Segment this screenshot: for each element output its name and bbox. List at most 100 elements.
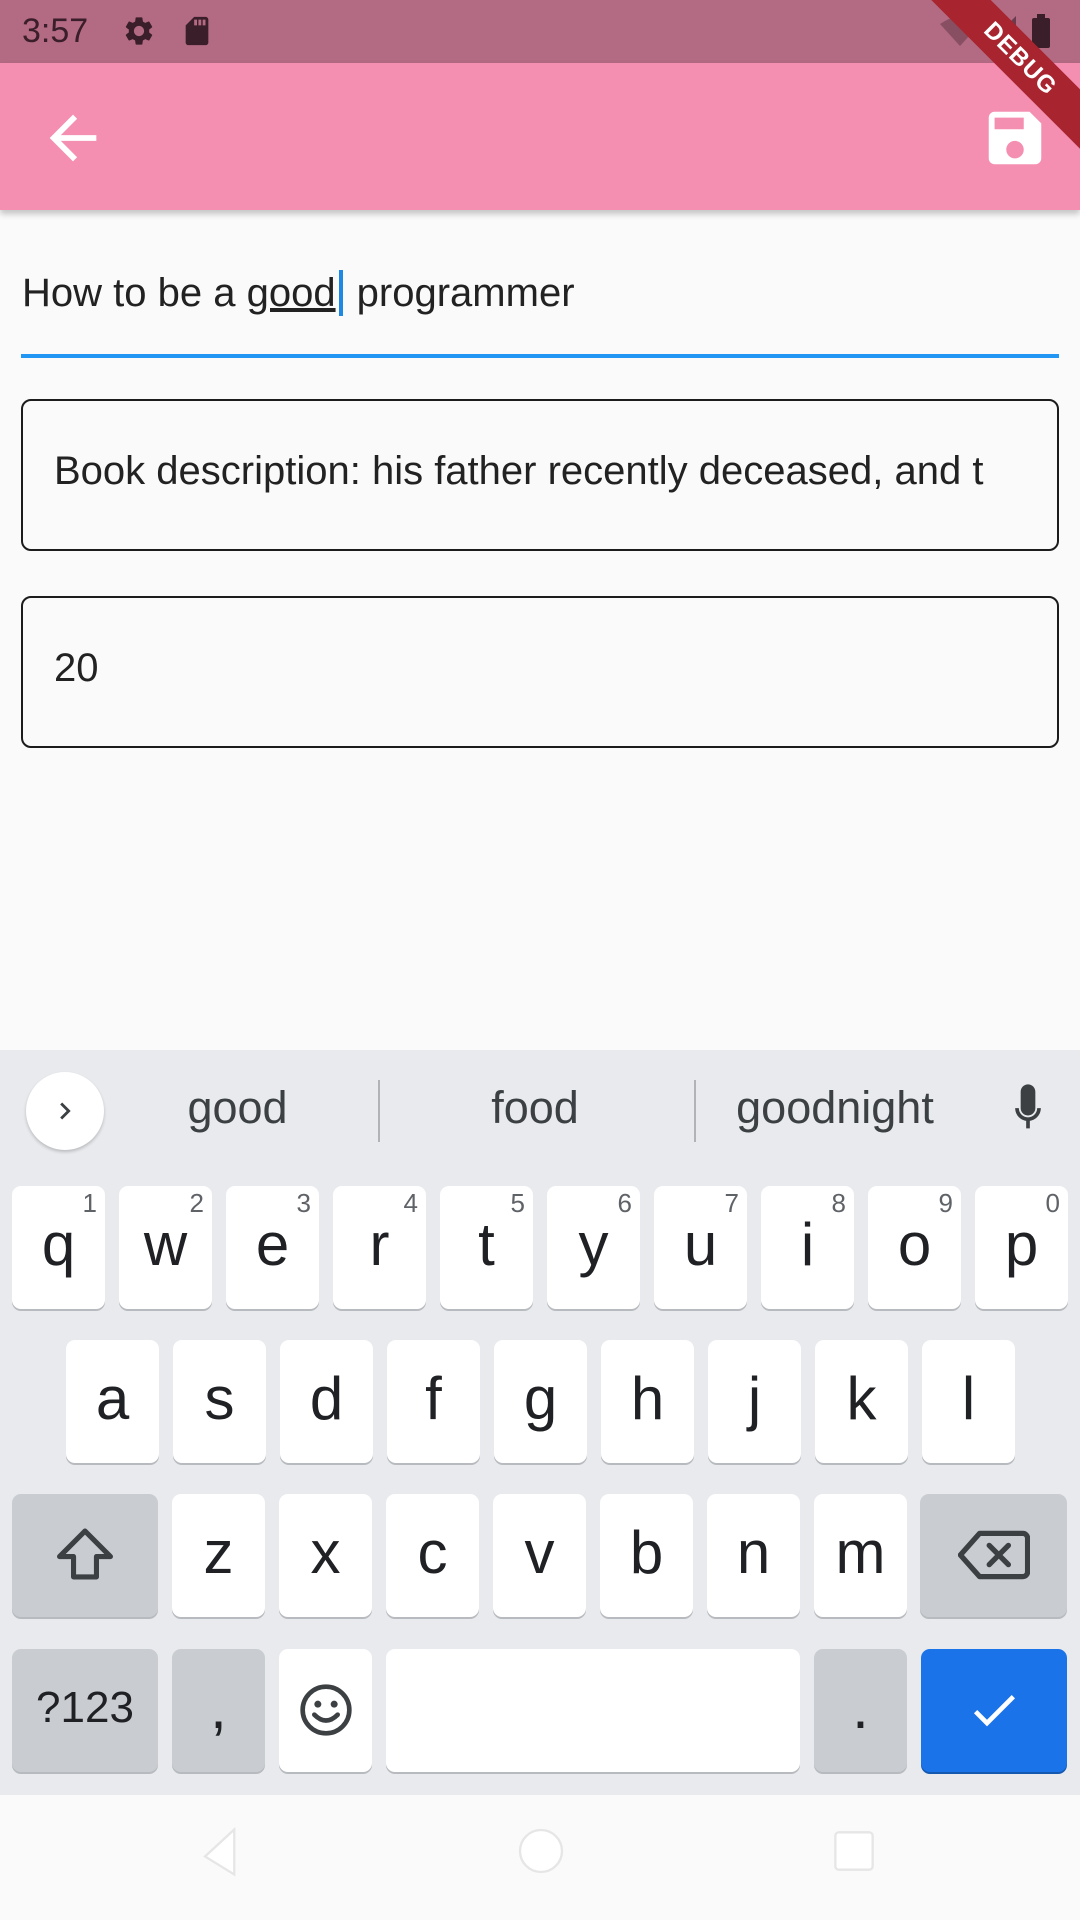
comma-key[interactable]: , [172, 1649, 265, 1772]
key-label: d [309, 1365, 344, 1432]
backspace-key[interactable] [920, 1494, 1067, 1617]
price-input-value: 20 [54, 646, 99, 690]
key-h[interactable]: h [601, 1340, 694, 1463]
title-composing-word: good [246, 271, 336, 315]
key-label: x [310, 1519, 341, 1586]
key-label: p [1004, 1211, 1039, 1278]
shift-key[interactable] [12, 1494, 158, 1617]
description-input-value: Book description: his father recently de… [54, 449, 984, 493]
key-p[interactable]: p0 [975, 1186, 1068, 1309]
suggestion-2[interactable]: food [440, 1082, 630, 1134]
key-c[interactable]: c [386, 1494, 479, 1617]
price-input[interactable]: 20 [21, 596, 1059, 748]
key-t[interactable]: t5 [440, 1186, 533, 1309]
app-bar [0, 63, 1080, 210]
key-label: s [204, 1365, 235, 1432]
key-label: b [629, 1519, 664, 1586]
key-x[interactable]: x [279, 1494, 372, 1617]
text-cursor [338, 270, 343, 316]
microphone-icon [1015, 1084, 1041, 1129]
key-hint-label: 4 [403, 1188, 418, 1218]
suggestion-divider [694, 1080, 696, 1142]
key-o[interactable]: o9 [868, 1186, 961, 1309]
shift-arrow-icon [57, 1528, 113, 1580]
space-key[interactable] [386, 1649, 800, 1772]
settings-gear-icon [122, 14, 156, 53]
key-f[interactable]: f [387, 1340, 480, 1463]
key-m[interactable]: m [814, 1494, 907, 1617]
system-nav-bar [0, 1795, 1080, 1920]
key-g[interactable]: g [494, 1340, 587, 1463]
key-i[interactable]: i8 [761, 1186, 854, 1309]
title-text-before: How to be a [22, 271, 247, 315]
key-label: e [255, 1211, 290, 1278]
key-l[interactable]: l [922, 1340, 1015, 1463]
recents-square-icon[interactable] [826, 1823, 882, 1879]
key-label: q [41, 1211, 76, 1278]
microphone-button[interactable] [1006, 1082, 1050, 1143]
key-q[interactable]: q1 [12, 1186, 105, 1309]
key-u[interactable]: u7 [654, 1186, 747, 1309]
suggestion-1[interactable]: good [150, 1082, 325, 1134]
key-z[interactable]: z [172, 1494, 265, 1617]
key-n[interactable]: n [707, 1494, 800, 1617]
expand-toolbar-button[interactable] [26, 1072, 104, 1150]
key-label: n [736, 1519, 771, 1586]
key-y[interactable]: y6 [547, 1186, 640, 1309]
key-label: f [425, 1365, 442, 1432]
key-hint-label: 8 [831, 1188, 846, 1218]
checkmark-icon [973, 1695, 1015, 1727]
back-button[interactable] [38, 103, 108, 173]
key-hint-label: 6 [617, 1188, 632, 1218]
sd-card-icon [180, 13, 214, 54]
chevron-right-icon [60, 1102, 71, 1120]
key-hint-label: 3 [296, 1188, 311, 1218]
key-a[interactable]: a [66, 1340, 159, 1463]
soft-keyboard: good food goodnight ?123 , . q1w2e3r4t5y… [0, 1050, 1080, 1795]
status-time: 3:57 [22, 12, 89, 50]
key-e[interactable]: e3 [226, 1186, 319, 1309]
back-triangle-icon[interactable] [196, 1825, 250, 1879]
key-hint-label: 2 [189, 1188, 204, 1218]
title-input-value: How to be a good programmer [22, 270, 575, 316]
key-d[interactable]: d [280, 1340, 373, 1463]
emoji-key[interactable] [279, 1649, 372, 1772]
key-s[interactable]: s [173, 1340, 266, 1463]
debug-banner: DEBUG [920, 0, 1080, 160]
key-r[interactable]: r4 [333, 1186, 426, 1309]
key-v[interactable]: v [493, 1494, 586, 1617]
status-bar: 3:57 [0, 0, 1080, 63]
key-label: w [143, 1211, 188, 1278]
emoji-smiley-icon [299, 1684, 352, 1736]
key-label: t [478, 1211, 495, 1278]
key-label: h [630, 1365, 665, 1432]
key-label: g [523, 1365, 558, 1432]
key-hint-label: 7 [724, 1188, 739, 1218]
key-label: a [95, 1365, 130, 1432]
key-k[interactable]: k [815, 1340, 908, 1463]
home-circle-icon[interactable] [513, 1823, 569, 1879]
suggestion-strip: good food goodnight [0, 1050, 1080, 1168]
symbols-key[interactable]: ?123 [12, 1649, 158, 1772]
arrow-back-icon [49, 114, 97, 162]
key-label: j [747, 1365, 762, 1432]
suggestion-3[interactable]: goodnight [715, 1082, 955, 1134]
key-label: i [800, 1211, 815, 1278]
key-hint-label: 1 [82, 1188, 97, 1218]
key-label: r [369, 1211, 390, 1278]
done-key[interactable] [921, 1649, 1067, 1772]
backspace-icon [957, 1530, 1030, 1580]
key-label: o [897, 1211, 932, 1278]
key-hint-label: 9 [938, 1188, 953, 1218]
key-w[interactable]: w2 [119, 1186, 212, 1309]
key-label: m [835, 1519, 886, 1586]
key-label: y [578, 1211, 609, 1278]
key-j[interactable]: j [708, 1340, 801, 1463]
key-label: l [961, 1365, 976, 1432]
description-input[interactable]: Book description: his father recently de… [21, 399, 1059, 551]
title-input[interactable]: How to be a good programmer [21, 258, 1059, 358]
key-label: v [524, 1519, 555, 1586]
period-key[interactable]: . [814, 1649, 907, 1772]
title-text-after: programmer [345, 271, 575, 315]
key-b[interactable]: b [600, 1494, 693, 1617]
